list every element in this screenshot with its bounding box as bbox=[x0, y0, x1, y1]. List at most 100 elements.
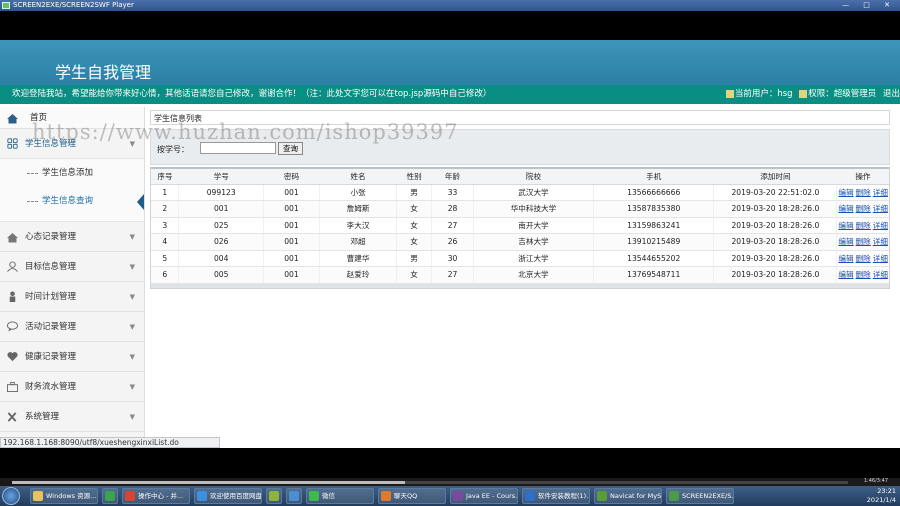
table-cell: 13159863241 bbox=[592, 217, 714, 234]
table-cell: 13910215489 bbox=[592, 233, 714, 251]
submenu-label: 学生信息查询 bbox=[42, 196, 94, 206]
start-button[interactable] bbox=[2, 487, 20, 505]
sidebar-group-activity[interactable]: 活动记录管理 ▼ bbox=[0, 312, 144, 342]
sidebar-group-mood[interactable]: 心态记录管理 ▼ bbox=[0, 222, 144, 252]
logout-link[interactable]: 退出 bbox=[883, 89, 900, 99]
detail-link[interactable]: 详细 bbox=[873, 254, 888, 263]
sidebar-item-student-query[interactable]: 学生信息查询 bbox=[0, 187, 144, 215]
detail-link[interactable]: 详细 bbox=[873, 204, 888, 213]
column-header: 添加时间 bbox=[713, 169, 837, 185]
grid-icon bbox=[7, 138, 18, 149]
app-icon bbox=[33, 491, 43, 501]
student-submenu: 学生信息添加 学生信息查询 bbox=[0, 159, 144, 222]
table-cell: 女 bbox=[396, 233, 432, 251]
edit-link[interactable]: 编辑 bbox=[838, 188, 853, 197]
column-header: 学号 bbox=[178, 169, 264, 185]
taskbar-button-label: Windows 资源... bbox=[46, 492, 97, 500]
delete-link[interactable]: 删除 bbox=[856, 188, 871, 197]
delete-link[interactable]: 删除 bbox=[856, 270, 871, 279]
sidebar-group-finance[interactable]: 财务流水管理 ▼ bbox=[0, 372, 144, 402]
chat-icon bbox=[7, 321, 18, 332]
search-label: 按学号： bbox=[157, 145, 189, 154]
web-app: 学生自我管理 欢迎登陆我站，希望能给你带来好心情，其他话语请您自己修改，谢谢合作… bbox=[0, 40, 900, 448]
player-controls: 1:46/3:47 bbox=[0, 478, 900, 486]
taskbar-button[interactable]: 软件安装教程(1)... bbox=[522, 488, 590, 504]
edit-link[interactable]: 编辑 bbox=[838, 221, 853, 230]
table-cell: 吉林大学 bbox=[472, 233, 594, 251]
delete-link[interactable]: 删除 bbox=[856, 204, 871, 213]
table-cell: 2019-03-20 18:28:26.0 bbox=[713, 233, 837, 251]
edit-link[interactable]: 编辑 bbox=[838, 237, 853, 246]
taskbar-button[interactable]: Windows 资源... bbox=[30, 488, 98, 504]
table-cell: 男 bbox=[396, 184, 432, 201]
column-header: 密码 bbox=[263, 169, 320, 185]
column-header: 院校 bbox=[473, 169, 594, 185]
sidebar: 首页 学生信息管理 ▼ 学生信息添加 学生信息查询 心态记录管理 ▼ 目标信息管理… bbox=[0, 107, 145, 448]
chevron-down-icon: ▼ bbox=[129, 413, 135, 421]
current-user: 当前用户：hsg bbox=[734, 89, 793, 99]
taskbar-button[interactable] bbox=[266, 488, 282, 504]
table-scrollbar[interactable] bbox=[151, 283, 889, 288]
table-cell: 5 bbox=[151, 250, 179, 267]
delete-link[interactable]: 删除 bbox=[856, 221, 871, 230]
taskbar-button[interactable]: 微信 bbox=[306, 488, 374, 504]
detail-link[interactable]: 详细 bbox=[873, 221, 888, 230]
edit-link[interactable]: 编辑 bbox=[838, 270, 853, 279]
taskbar-button[interactable]: 欢迎使用百度网盘 bbox=[194, 488, 262, 504]
clock-time: 23:21 bbox=[877, 487, 896, 495]
table-cell: 13566666666 bbox=[592, 184, 714, 201]
edit-link[interactable]: 编辑 bbox=[838, 254, 853, 263]
taskbar-button-label: SCREEN2EXE/S... bbox=[682, 492, 734, 500]
sidebar-group-health[interactable]: 健康记录管理 ▼ bbox=[0, 342, 144, 372]
row-actions: 编辑 删除 详细 bbox=[836, 250, 889, 267]
sidebar-group-time[interactable]: 时间计划管理 ▼ bbox=[0, 282, 144, 312]
player-time: 1:46/3:47 bbox=[863, 478, 888, 484]
student-table: 序号 学号 密码 姓名 性别 年龄 院校 手机 添加时间 操作 1 099123 001 小张男 33 武汉… bbox=[151, 169, 889, 284]
taskbar-button[interactable] bbox=[286, 488, 302, 504]
table-cell: 13587835380 bbox=[592, 200, 714, 218]
delete-link[interactable]: 删除 bbox=[856, 237, 871, 246]
taskbar-button[interactable]: 聊天QQ bbox=[378, 488, 446, 504]
table-cell: 13769548711 bbox=[592, 266, 714, 284]
delete-link[interactable]: 删除 bbox=[856, 254, 871, 263]
table-cell: 2 bbox=[151, 200, 179, 218]
table-cell: 001 bbox=[262, 184, 320, 201]
column-header: 操作 bbox=[836, 169, 889, 185]
taskbar-button-label: Navicat for MyS... bbox=[610, 492, 662, 500]
detail-link[interactable]: 详细 bbox=[873, 270, 888, 279]
edit-link[interactable]: 编辑 bbox=[838, 204, 853, 213]
table-cell: 女 bbox=[396, 266, 432, 284]
taskbar-button[interactable]: Java EE - Cours... bbox=[450, 488, 518, 504]
chevron-down-icon: ▼ bbox=[129, 353, 135, 361]
sidebar-group-system[interactable]: 系统管理 ▼ bbox=[0, 402, 144, 432]
table-row: 6 005 001 赵爱玲女 27 北京大学 13769548711 2019-03-20 1… bbox=[151, 266, 889, 284]
taskbar-button[interactable]: SCREEN2EXE/S... bbox=[666, 488, 734, 504]
table-cell: 001 bbox=[262, 217, 320, 234]
detail-link[interactable]: 详细 bbox=[873, 237, 888, 246]
sidebar-item-student-add[interactable]: 学生信息添加 bbox=[0, 159, 144, 187]
taskbar-button[interactable]: Navicat for MyS... bbox=[594, 488, 662, 504]
table-cell: 华中科技大学 bbox=[472, 200, 594, 218]
taskbar-button[interactable] bbox=[102, 488, 118, 504]
player-app-icon bbox=[2, 2, 10, 9]
table-cell: 邓超 bbox=[318, 233, 397, 251]
notice-text: 欢迎登陆我站，希望能给你带来好心情，其他话语请您自己修改，谢谢合作！（注：此处文… bbox=[12, 89, 492, 99]
table-cell: 2019-03-20 22:51:02.0 bbox=[713, 184, 837, 201]
column-header: 序号 bbox=[151, 169, 179, 185]
sidebar-group-label: 财务流水管理 bbox=[25, 382, 77, 392]
window-controls[interactable]: — □ ✕ bbox=[842, 0, 896, 11]
detail-link[interactable]: 详细 bbox=[873, 188, 888, 197]
column-header: 年龄 bbox=[431, 169, 474, 185]
sidebar-group-goal[interactable]: 目标信息管理 ▼ bbox=[0, 252, 144, 282]
table-cell: 3 bbox=[151, 217, 179, 234]
player-progress-fill bbox=[12, 481, 405, 484]
taskbar-button-label: 欢迎使用百度网盘 bbox=[210, 492, 262, 500]
table-cell: 2019-03-20 18:28:26.0 bbox=[713, 266, 837, 284]
table-cell: 001 bbox=[178, 200, 264, 218]
table-cell: 30 bbox=[431, 250, 474, 267]
table-cell: 2019-03-20 18:28:26.0 bbox=[713, 250, 837, 267]
player-seek-bar[interactable] bbox=[12, 481, 848, 484]
row-actions: 编辑 删除 详细 bbox=[836, 266, 889, 284]
taskbar: Windows 资源... 操作中心 - 并... 欢迎使用百度网盘 微信 聊天QQ Ja… bbox=[0, 486, 900, 506]
taskbar-button[interactable]: 操作中心 - 并... bbox=[122, 488, 190, 504]
